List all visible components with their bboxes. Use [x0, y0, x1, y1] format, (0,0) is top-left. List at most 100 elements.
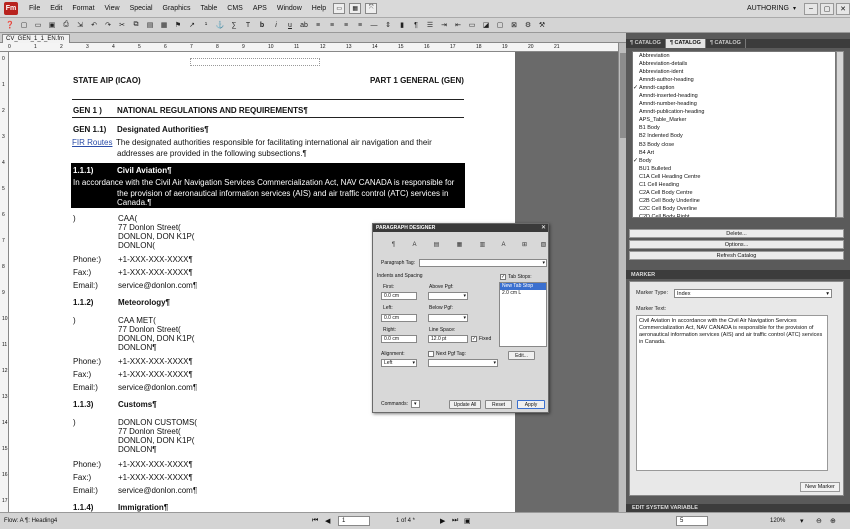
- chart-icon[interactable]: ▮: [397, 20, 407, 30]
- catalog-item[interactable]: Amndt-publication-heading: [633, 108, 835, 116]
- redo-icon[interactable]: ↷: [103, 20, 113, 30]
- tab-advanced-icon[interactable]: ▥: [478, 241, 487, 250]
- close-icon[interactable]: ✕: [541, 224, 546, 231]
- chevron-down-icon[interactable]: ▾: [793, 5, 796, 12]
- help-icon[interactable]: ❓: [5, 20, 15, 30]
- underline-icon[interactable]: u: [285, 20, 295, 30]
- grid-icon[interactable]: ▦: [349, 3, 362, 14]
- lock-icon[interactable]: ⊠: [509, 20, 519, 30]
- tab-table-catalog[interactable]: ¶ CATALOG: [706, 39, 746, 48]
- catalog-item[interactable]: Body: [633, 157, 835, 165]
- cut-icon[interactable]: ✂: [117, 20, 127, 30]
- tab-character-catalog[interactable]: ¶ CATALOG: [626, 39, 666, 48]
- new-marker-button[interactable]: New Marker: [800, 482, 840, 492]
- tab-stop-item[interactable]: 2.0 cm L: [500, 290, 546, 297]
- menu-special[interactable]: Special: [125, 5, 158, 12]
- spacing-icon[interactable]: ⇕: [383, 20, 393, 30]
- catalog-item[interactable]: C2C Cell Body Overline: [633, 205, 835, 213]
- table-icon[interactable]: ▦: [159, 20, 169, 30]
- commands-select[interactable]: ▾: [411, 400, 420, 408]
- catalog-item[interactable]: Amndt-number-heading: [633, 100, 835, 108]
- document-scrollbar[interactable]: [618, 43, 626, 512]
- align-center-icon[interactable]: ≡: [327, 20, 337, 30]
- justify-icon[interactable]: ≡: [355, 20, 365, 30]
- italic-icon[interactable]: i: [271, 20, 281, 30]
- catalog-item[interactable]: C2A Cell Body Centre: [633, 189, 835, 197]
- prev-page-icon[interactable]: ◀: [325, 517, 330, 525]
- open-file-icon[interactable]: ▭: [33, 20, 43, 30]
- menu-view[interactable]: View: [100, 5, 125, 12]
- menu-cms[interactable]: CMS: [222, 5, 248, 12]
- workspace-label[interactable]: AUTHORING: [747, 5, 789, 12]
- frame-icon[interactable]: ▭: [467, 20, 477, 30]
- marker-text-area[interactable]: Civil Aviation In accordance with the Ci…: [636, 315, 828, 471]
- xref-icon[interactable]: ↗: [187, 20, 197, 30]
- catalog-item[interactable]: Amndt-author-heading: [633, 76, 835, 84]
- apply-button[interactable]: Apply: [517, 400, 545, 409]
- fixed-checkbox[interactable]: ✓: [471, 336, 477, 342]
- catalog-item[interactable]: BU1 Bulleted: [633, 165, 835, 173]
- tab-stop-new[interactable]: New Tab Stop: [500, 283, 546, 290]
- text-icon[interactable]: ¶: [411, 20, 421, 30]
- catalog-item[interactable]: Amndt-caption: [633, 84, 835, 92]
- catalog-item[interactable]: B4 Art: [633, 149, 835, 157]
- case-icon[interactable]: ab: [299, 20, 309, 30]
- catalog-item[interactable]: B1 Body: [633, 124, 835, 132]
- align-right-icon[interactable]: ≡: [341, 20, 351, 30]
- civil-line-1[interactable]: In accordance with the Civil Air Navigat…: [73, 178, 454, 187]
- catalog-item[interactable]: C2B Cell Body Underline: [633, 197, 835, 205]
- vertical-ruler[interactable]: 0 1 2 3 4 5 6 7 8 9 10 11 12 13 14 15 16 17: [0, 52, 9, 512]
- catalog-item[interactable]: Abbreviation-details: [633, 60, 835, 68]
- zoom-icon[interactable]: ⤧: [365, 3, 378, 14]
- settings-icon[interactable]: ⚙: [523, 20, 533, 30]
- tab-table-cell-icon[interactable]: ⊞: [520, 241, 529, 250]
- catalog-item[interactable]: B2 Indented Body: [633, 132, 835, 140]
- right-indent-input[interactable]: 0.0 cm: [381, 335, 417, 343]
- first-page-icon[interactable]: ⏮: [312, 517, 318, 525]
- text-frame-icon[interactable]: T: [243, 20, 253, 30]
- tab-basic-icon[interactable]: ¶: [389, 241, 398, 250]
- paste-icon[interactable]: ▤: [145, 20, 155, 30]
- outdent-icon[interactable]: ⇤: [453, 20, 463, 30]
- menu-file[interactable]: File: [24, 5, 45, 12]
- horizontal-ruler[interactable]: 0 1 2 3 4 5 6 7 8 9 10 11 12 13 14 15 16 17 18 19 20 21: [0, 43, 618, 52]
- reset-button[interactable]: Reset: [485, 400, 512, 409]
- anchor-icon[interactable]: ⚓: [215, 20, 225, 30]
- footnote-icon[interactable]: ¹: [201, 20, 211, 30]
- tab-font-icon[interactable]: A: [410, 241, 419, 250]
- tab-direction-icon[interactable]: ▧: [539, 241, 548, 250]
- paragraph-tag-select[interactable]: ▾: [419, 259, 547, 267]
- bold-icon[interactable]: b: [257, 20, 267, 30]
- update-all-button[interactable]: Update All: [449, 400, 481, 409]
- tab-numbering-icon[interactable]: ▦: [455, 241, 464, 250]
- fir-routes-link[interactable]: FIR Routes: [72, 138, 112, 147]
- catalog-item[interactable]: Abbreviation: [633, 52, 835, 60]
- import-icon[interactable]: ⇲: [75, 20, 85, 30]
- menu-format[interactable]: Format: [67, 5, 99, 12]
- below-pgf-select[interactable]: ▾: [428, 314, 468, 322]
- save-icon[interactable]: ▣: [47, 20, 57, 30]
- left-indent-input[interactable]: 0.0 cm: [381, 314, 417, 322]
- tab-stops-checkbox[interactable]: ✓: [500, 274, 506, 280]
- marker-icon[interactable]: ⚑: [173, 20, 183, 30]
- tab-pagination-icon[interactable]: ▤: [432, 241, 441, 250]
- undo-icon[interactable]: ↶: [89, 20, 99, 30]
- catalog-item[interactable]: B3 Body close: [633, 141, 835, 149]
- page-number-input[interactable]: 1: [338, 516, 370, 526]
- zoom-step-input[interactable]: 5: [676, 516, 708, 526]
- layout-icon[interactable]: ▭: [333, 3, 346, 14]
- menu-edit[interactable]: Edit: [45, 5, 67, 12]
- catalog-scrollbar[interactable]: [836, 51, 844, 218]
- delete-button[interactable]: Delete...: [629, 229, 844, 238]
- align-left-icon[interactable]: ≡: [313, 20, 323, 30]
- copy-icon[interactable]: ⧉: [131, 20, 141, 30]
- menu-window[interactable]: Window: [272, 5, 307, 12]
- graphic-icon[interactable]: ◪: [481, 20, 491, 30]
- zoom-out-icon[interactable]: ⊖: [816, 517, 822, 525]
- view-icon[interactable]: ▣: [464, 517, 471, 525]
- document-tab[interactable]: CV_GEN_1_1_EN.fm: [2, 34, 70, 43]
- menu-help[interactable]: Help: [307, 5, 331, 12]
- menu-aps[interactable]: APS: [248, 5, 272, 12]
- indent-icon[interactable]: ⇥: [439, 20, 449, 30]
- catalog-item[interactable]: C1 Cell Heading: [633, 181, 835, 189]
